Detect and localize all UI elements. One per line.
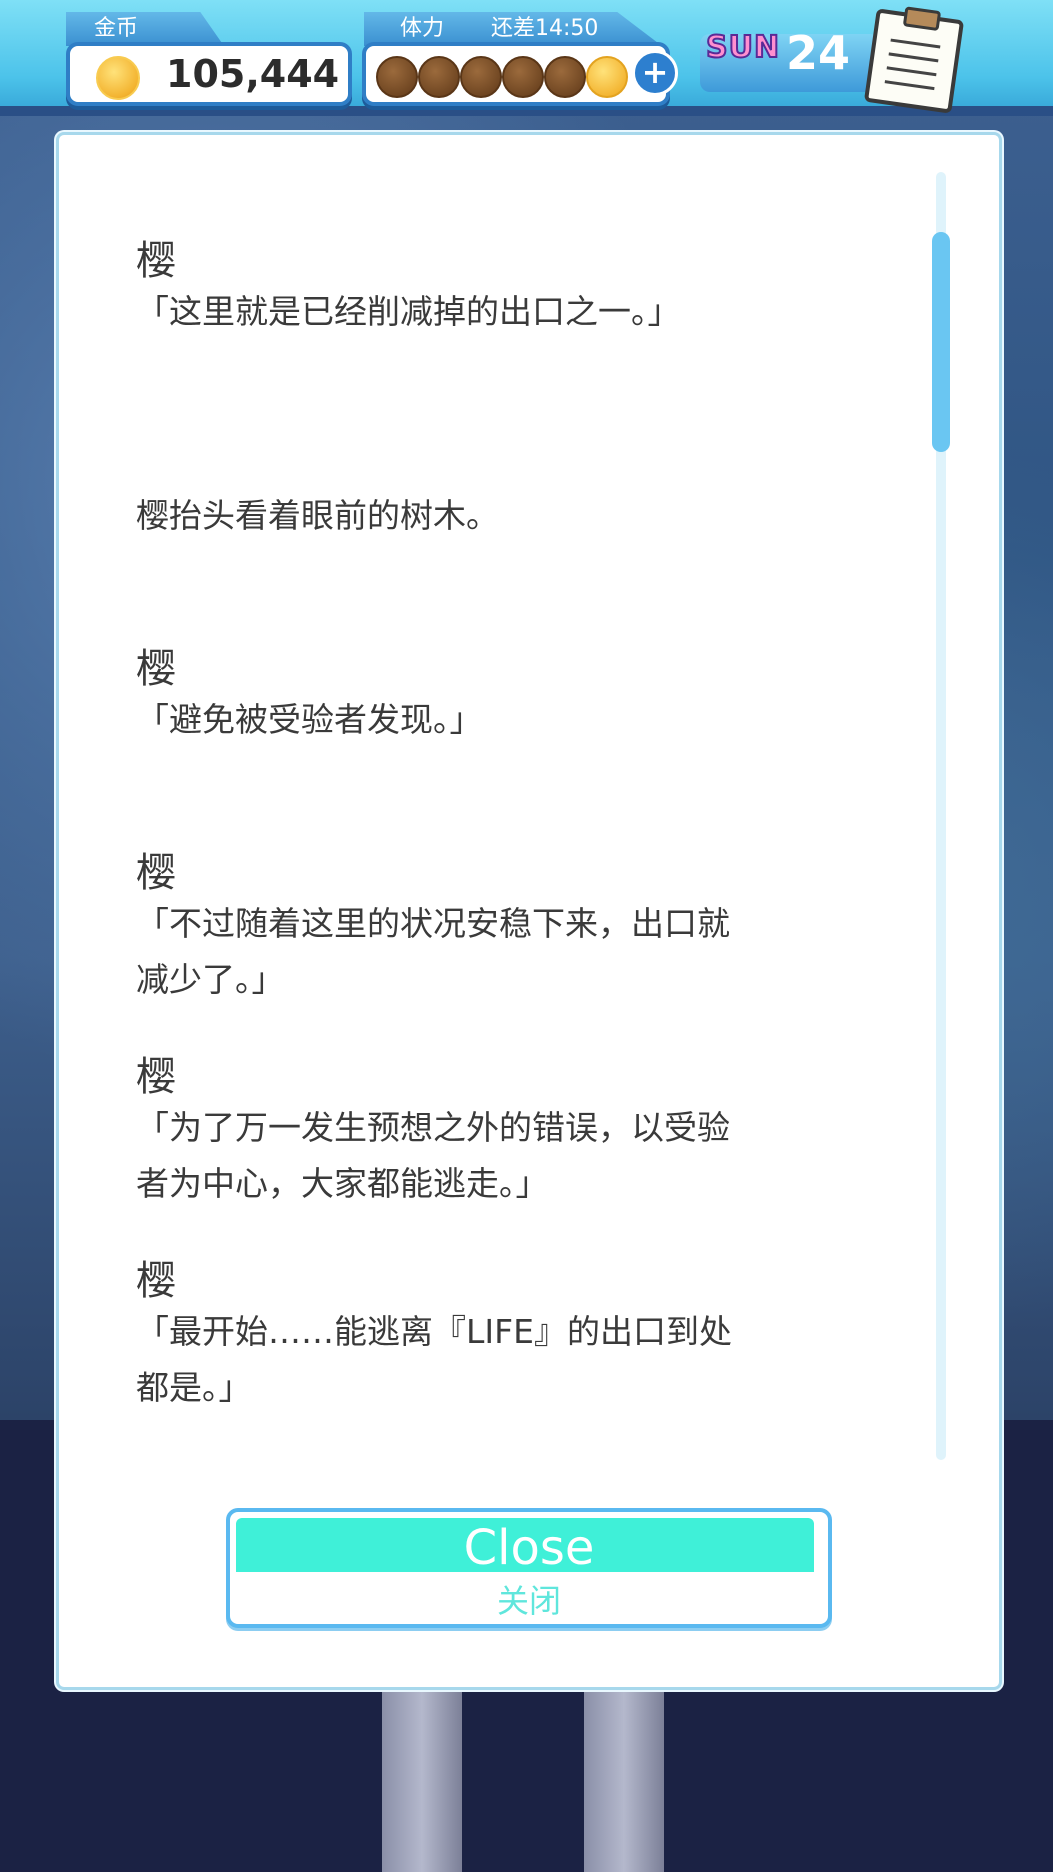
add-stamina-button[interactable]: + bbox=[632, 50, 678, 96]
entry-line: 「不过随着这里的状况安稳下来，出口就 bbox=[136, 904, 730, 943]
notepad-line bbox=[884, 80, 935, 91]
entry-speaker: 樱 bbox=[136, 850, 176, 896]
coins-label: 金币 bbox=[66, 12, 224, 46]
entry-speaker: 樱 bbox=[136, 1054, 176, 1100]
notepad-line bbox=[888, 52, 939, 63]
coins-panel: 105,444 bbox=[66, 42, 352, 106]
entry-line: 减少了。」 bbox=[136, 960, 285, 999]
stamina-face-icon bbox=[460, 56, 502, 98]
stamina-face-icon bbox=[376, 56, 418, 98]
entry-line: 「最开始……能逃离『LIFE』的出口到处 bbox=[136, 1312, 732, 1351]
stamina-tab: 体力 还差14:50 bbox=[364, 12, 662, 46]
stamina-face-icon bbox=[502, 56, 544, 98]
character-leg-left bbox=[382, 1690, 462, 1872]
notepad-line bbox=[886, 66, 937, 77]
stamina-face-icon bbox=[418, 56, 460, 98]
close-button-sublabel: 关闭 bbox=[496, 1582, 561, 1620]
entry-speaker: 樱 bbox=[136, 1258, 176, 1304]
entry-line: 「为了万一发生预想之外的错误，以受验 bbox=[136, 1108, 730, 1147]
entry-line: 者为中心，大家都能逃走。」 bbox=[136, 1164, 549, 1203]
notepad-icon[interactable] bbox=[863, 6, 965, 114]
stamina-label: 体力 bbox=[400, 16, 445, 41]
entry-line: 「避免被受验者发现。」 bbox=[136, 700, 483, 739]
day-number: 24 bbox=[786, 26, 851, 80]
notepad-clip bbox=[902, 6, 942, 32]
entry-line: 都是。」 bbox=[136, 1368, 252, 1407]
close-button[interactable]: Close 关闭 bbox=[226, 1508, 832, 1628]
entry-line: 「这里就是已经削减掉的出口之一。」 bbox=[136, 292, 681, 331]
stamina-panel bbox=[362, 42, 670, 106]
close-button-label: Close bbox=[463, 1520, 595, 1576]
entry-line: 樱抬头看着眼前的树木。 bbox=[136, 496, 499, 535]
entry-speaker: 樱 bbox=[136, 238, 176, 284]
entry-speaker: 樱 bbox=[136, 646, 176, 692]
stamina-face-icon bbox=[544, 56, 586, 98]
backlog-scrollbar-thumb[interactable] bbox=[932, 232, 950, 452]
stamina-timer: 还差14:50 bbox=[491, 16, 599, 41]
character-leg-right bbox=[584, 1690, 664, 1872]
coins-value: 105,444 bbox=[166, 52, 340, 96]
stamina-face-icon bbox=[586, 56, 628, 98]
notepad-line bbox=[890, 38, 941, 49]
coin-icon bbox=[96, 56, 140, 100]
day-name: SUN bbox=[705, 29, 781, 66]
hud-bar-shadow bbox=[0, 106, 1053, 116]
